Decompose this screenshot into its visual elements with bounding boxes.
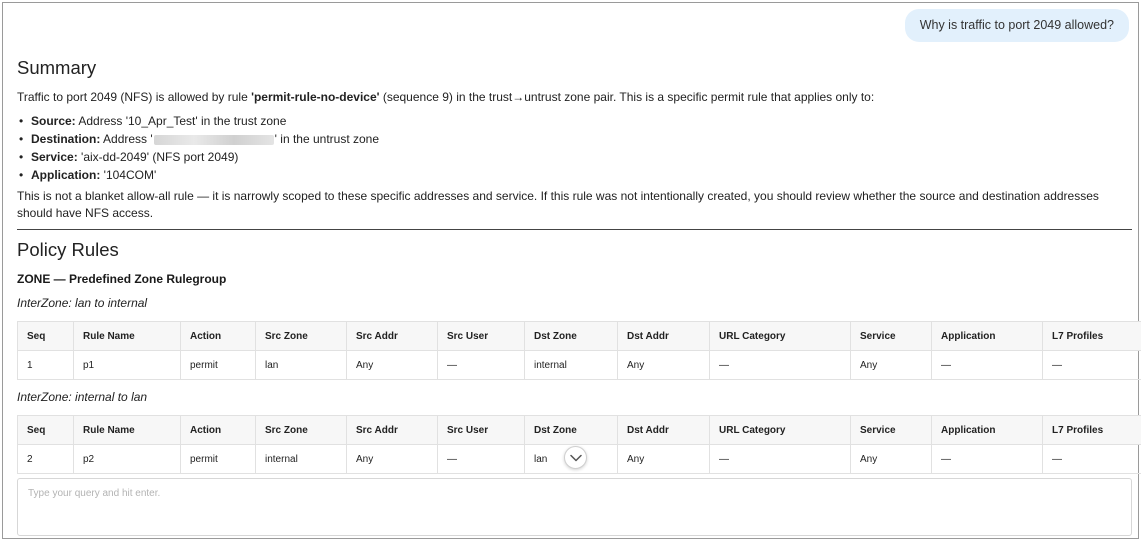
list-item-destination: Destination: Address ' ' in the untrust z… bbox=[17, 130, 379, 148]
table-cell: 1 bbox=[17, 350, 74, 380]
interzone-label: InterZone: lan to internal bbox=[17, 296, 148, 310]
table-cell: p1 bbox=[73, 350, 181, 380]
policy-table: Seq Rule Name Action Src Zone Src Addr Src Us… bbox=[17, 321, 1141, 380]
table-cell: internal bbox=[255, 444, 347, 474]
column-header: Application bbox=[931, 321, 1043, 351]
column-header: Rule Name bbox=[73, 415, 181, 445]
redacted-address bbox=[153, 134, 274, 145]
column-header: Action bbox=[180, 415, 256, 445]
interzone-label: InterZone: internal to lan bbox=[17, 390, 148, 404]
table-cell: — bbox=[931, 350, 1043, 380]
user-message-bubble: Why is traffic to port 2049 allowed? bbox=[904, 9, 1129, 42]
table-header-row: Seq Rule Name Action Src Zone Src Addr Src Us… bbox=[17, 321, 1141, 351]
list-item-application: Application: '104COM' bbox=[17, 166, 379, 184]
column-header: Application bbox=[931, 415, 1043, 445]
table-cell: — bbox=[709, 444, 851, 474]
table-cell: — bbox=[1042, 350, 1141, 380]
column-header: Src Addr bbox=[346, 415, 438, 445]
table-cell: p2 bbox=[73, 444, 181, 474]
table-cell: — bbox=[1042, 444, 1141, 474]
list-item-service: Service: 'aix-dd-2049' (NFS port 2049) bbox=[17, 148, 379, 166]
column-header: Dst Zone bbox=[524, 321, 618, 351]
table-cell: internal bbox=[524, 350, 618, 380]
bullet-text: 'aix-dd-2049' (NFS port 2049) bbox=[77, 150, 239, 164]
intro-text-end: (sequence 9) in the trust→untrust zone p… bbox=[379, 90, 875, 104]
bullet-text: Address '10_Apr_Test' in the trust zone bbox=[75, 114, 287, 128]
query-box[interactable] bbox=[17, 478, 1132, 536]
table-cell: — bbox=[709, 350, 851, 380]
bullet-label: Source: bbox=[31, 114, 76, 128]
column-header: L7 Profiles bbox=[1042, 415, 1141, 445]
column-header: URL Category bbox=[709, 321, 851, 351]
list-item-source: Source: Address '10_Apr_Test' in the tru… bbox=[17, 112, 379, 130]
policy-rules-heading: Policy Rules bbox=[17, 239, 119, 260]
column-header: Dst Addr bbox=[617, 321, 710, 351]
bullet-text: '104COM' bbox=[100, 168, 157, 182]
query-input[interactable] bbox=[18, 479, 1131, 535]
table-cell: Any bbox=[850, 350, 932, 380]
table-cell: 2 bbox=[17, 444, 74, 474]
column-header: Action bbox=[180, 321, 256, 351]
column-header: Dst Zone bbox=[524, 415, 618, 445]
summary-intro: Traffic to port 2049 (NFS) is allowed by… bbox=[17, 89, 1132, 106]
column-header: URL Category bbox=[709, 415, 851, 445]
rulegroup-title: ZONE — Predefined Zone Rulegroup bbox=[17, 272, 227, 286]
column-header: Src User bbox=[437, 415, 525, 445]
chevron-down-icon bbox=[569, 454, 582, 461]
column-header: Seq bbox=[17, 415, 74, 445]
table-cell: permit bbox=[180, 444, 256, 474]
column-header: Src Zone bbox=[255, 415, 347, 445]
column-header: Service bbox=[850, 321, 932, 351]
column-header: Dst Addr bbox=[617, 415, 710, 445]
column-header: Service bbox=[850, 415, 932, 445]
bullet-label: Application: bbox=[31, 168, 101, 182]
table-cell: Any bbox=[617, 444, 710, 474]
summary-conclusion: This is not a blanket allow-all rule — i… bbox=[17, 189, 1099, 220]
table-header-row: Seq Rule Name Action Src Zone Src Addr Src Us… bbox=[17, 415, 1141, 445]
table-cell: — bbox=[931, 444, 1043, 474]
table-cell: — bbox=[437, 350, 525, 380]
section-divider bbox=[17, 229, 1132, 230]
rule-name-highlight: 'permit-rule-no-device' bbox=[251, 90, 380, 104]
bullet-text: ' in the untrust zone bbox=[274, 132, 380, 146]
bullet-label: Destination: bbox=[31, 132, 101, 146]
summary-heading: Summary bbox=[17, 57, 97, 78]
table-cell: Any bbox=[617, 350, 710, 380]
table-row: 1 p1 permit lan Any — internal Any — Any — — bbox=[17, 350, 1141, 380]
column-header: Rule Name bbox=[73, 321, 181, 351]
table-cell: permit bbox=[180, 350, 256, 380]
column-header: L7 Profiles bbox=[1042, 321, 1141, 351]
table-cell: Any bbox=[346, 350, 438, 380]
bullet-text: Address ' bbox=[100, 132, 153, 146]
scroll-down-button[interactable] bbox=[564, 446, 587, 469]
column-header: Seq bbox=[17, 321, 74, 351]
rule-details-list: Source: Address '10_Apr_Test' in the tru… bbox=[17, 112, 379, 184]
intro-text: Traffic to port 2049 (NFS) is allowed by… bbox=[17, 90, 252, 104]
bullet-label: Service: bbox=[31, 150, 78, 164]
table-cell: lan bbox=[255, 350, 347, 380]
table-cell: Any bbox=[346, 444, 438, 474]
column-header: Src Addr bbox=[346, 321, 438, 351]
table-cell: — bbox=[437, 444, 525, 474]
column-header: Src Zone bbox=[255, 321, 347, 351]
chat-window: Why is traffic to port 2049 allowed? Sum… bbox=[2, 2, 1141, 539]
table-cell: Any bbox=[850, 444, 932, 474]
column-header: Src User bbox=[437, 321, 525, 351]
